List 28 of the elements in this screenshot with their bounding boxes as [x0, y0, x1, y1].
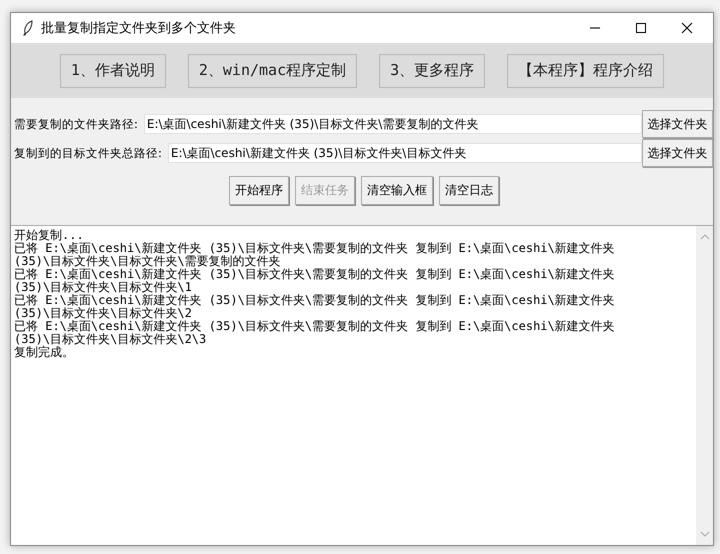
toolbar-button[interactable]: 1、作者说明	[60, 54, 166, 88]
close-icon[interactable]	[681, 22, 693, 34]
path-field[interactable]: E:\桌面\ceshi\新建文件夹 (35)\目标文件夹\目标文件夹	[168, 143, 642, 163]
choose-folder-button[interactable]: 选择文件夹	[642, 139, 713, 167]
log-line: 复制完成。	[14, 346, 75, 359]
log-line: (35)\目标文件夹\目标文件夹\1	[14, 281, 193, 294]
field-label: 需要复制的文件夹路径:	[14, 116, 138, 132]
action-button[interactable]: 清空日志	[439, 176, 499, 205]
field-label: 复制到的目标文件夹总路径:	[14, 146, 162, 160]
log-line: 已将 E:\桌面\ceshi\新建文件夹 (35)\目标文件夹\需要复制的文件夹 复制到 E:\桌面\ceshi\新建文件夹	[14, 294, 616, 307]
log-line: (35)\目标文件夹\目标文件夹\2	[14, 307, 193, 320]
log-line: 已将 E:\桌面\ceshi\新建文件夹 (35)\目标文件夹\需要复制的文件夹 复制到 E:\桌面\ceshi\新建文件夹	[14, 268, 616, 281]
window-title: 批量复制指定文件夹到多个文件夹	[41, 20, 237, 37]
log-line: 开始复制...	[14, 229, 85, 242]
log-line: 已将 E:\桌面\ceshi\新建文件夹 (35)\目标文件夹\需要复制的文件夹 复制到 E:\桌面\ceshi\新建文件夹	[14, 242, 616, 255]
log-line: (35)\目标文件夹\目标文件夹\需要复制的文件夹	[14, 255, 282, 268]
log-area[interactable]	[11, 225, 713, 545]
log-line: (35)\目标文件夹\目标文件夹\2\3	[14, 333, 208, 346]
log-line: 已将 E:\桌面\ceshi\新建文件夹 (35)\目标文件夹\需要复制的文件夹 复制到 E:\桌面\ceshi\新建文件夹	[14, 320, 616, 333]
toolbar-button[interactable]: 3、更多程序	[379, 54, 486, 88]
action-button[interactable]: 清空输入框	[361, 176, 433, 205]
maximize-icon[interactable]	[635, 22, 647, 34]
choose-folder-button[interactable]: 选择文件夹	[642, 110, 713, 138]
action-button[interactable]: 开始程序	[229, 176, 289, 205]
toolbar-button[interactable]: 【本程序】程序介绍	[507, 54, 664, 88]
feather-icon	[23, 20, 33, 36]
path-field[interactable]: E:\桌面\ceshi\新建文件夹 (35)\目标文件夹\需要复制的文件夹	[144, 114, 642, 134]
toolbar-button[interactable]: 2、win/mac程序定制	[188, 54, 358, 88]
